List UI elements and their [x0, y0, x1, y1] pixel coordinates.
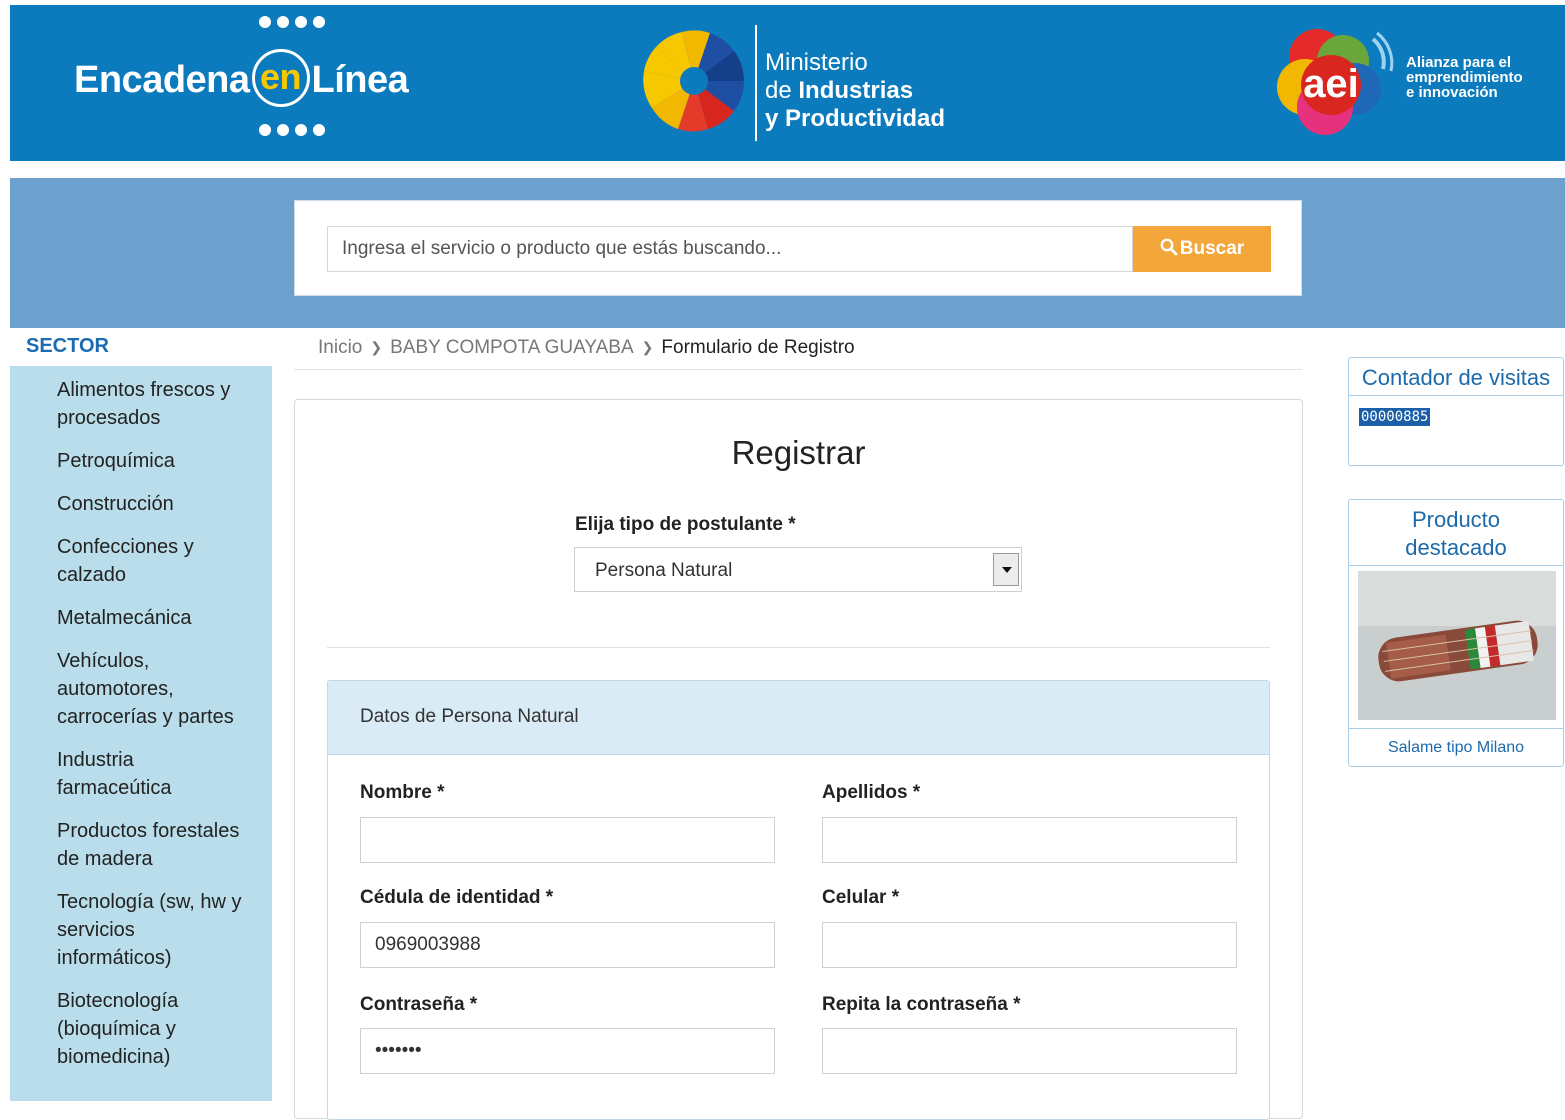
featured-product-widget: Producto destacado Salame tipo Milano — [1348, 499, 1564, 767]
sector-title: SECTOR — [26, 335, 109, 357]
applicant-type-select[interactable]: Persona Natural — [574, 547, 1022, 592]
chevron-right-icon: ❯ — [370, 339, 383, 355]
breadcrumb-current: Formulario de Registro — [661, 337, 855, 358]
breadcrumb-home[interactable]: Inicio — [318, 337, 362, 358]
aei-line-1: Alianza para el — [1406, 54, 1512, 71]
sector-sidebar: Alimentos frescos y procesados Petroquím… — [10, 366, 272, 1101]
sidebar-item-alimentos[interactable]: Alimentos frescos y procesados — [57, 376, 252, 432]
breadcrumb-divider — [294, 369, 1302, 370]
visit-counter-value: 00000885 — [1359, 408, 1431, 426]
brand-people-icon — [256, 15, 328, 33]
chevron-right-icon: ❯ — [641, 339, 654, 355]
sidebar-item-confecciones[interactable]: Confecciones y calzado — [57, 533, 252, 589]
sidebar-item-forestales[interactable]: Productos forestales de madera — [57, 817, 252, 873]
breadcrumb: Inicio ❯ BABY COMPOTA GUAYABA ❯ Formulario d… — [318, 337, 855, 359]
ministry-name: Ministerio de Industrias y Productividad — [765, 49, 945, 133]
cedula-label: Cédula de identidad * — [360, 887, 554, 908]
brand-people-icon-bottom — [256, 123, 328, 141]
applicant-type-value: Persona Natural — [595, 560, 733, 581]
encadena-en-linea-logo[interactable]: Encadena en Línea — [74, 49, 409, 107]
aei-line-3: e innovación — [1406, 84, 1498, 101]
header-divider — [755, 25, 757, 141]
applicant-type-label: Elija tipo de postulante * — [575, 514, 796, 535]
brand-text-2: en — [251, 49, 310, 107]
page-title: Registrar — [731, 434, 866, 471]
registration-panel: Registrar Elija tipo de postulante * Per… — [294, 399, 1303, 1120]
celular-field[interactable] — [822, 922, 1237, 968]
password-repeat-label: Repita la contraseña * — [822, 994, 1021, 1015]
search-box: Buscar — [294, 200, 1302, 296]
sidebar-item-metalmecanica[interactable]: Metalmecánica — [57, 604, 252, 632]
visit-counter-widget: Contador de visitas 00000885 — [1348, 357, 1564, 466]
aei-line-2: emprendimiento — [1406, 69, 1523, 86]
cedula-field[interactable] — [360, 922, 775, 968]
apellidos-label: Apellidos * — [822, 782, 921, 803]
ministry-line-3: y Productividad — [765, 105, 946, 132]
person-data-heading: Datos de Persona Natural — [328, 681, 1269, 755]
password-field[interactable] — [360, 1028, 775, 1074]
brand-text-1: Encadena — [74, 59, 250, 102]
search-band: Buscar — [10, 178, 1565, 328]
sidebar-item-biotecnologia[interactable]: Biotecnología (bioquímica y biomedicina) — [57, 987, 252, 1071]
ministry-line-2-bold: Industrias — [798, 77, 914, 104]
featured-product-title: Producto destacado — [1349, 500, 1563, 566]
sidebar-item-tecnologia[interactable]: Tecnología (sw, hw y servicios informáti… — [57, 888, 252, 972]
nombre-field[interactable] — [360, 817, 775, 863]
chevron-down-icon[interactable] — [993, 553, 1019, 586]
featured-product-image[interactable] — [1358, 571, 1556, 720]
sidebar-item-vehiculos[interactable]: Vehículos, automotores, carrocerías y pa… — [57, 647, 252, 731]
nombre-label: Nombre * — [360, 782, 445, 803]
site-header: Encadena en Línea Ministerio de Industrias… — [10, 5, 1565, 161]
sidebar-item-construccion[interactable]: Construcción — [57, 490, 252, 518]
brand-text-3: Línea — [311, 59, 409, 102]
search-icon — [1160, 238, 1178, 256]
breadcrumb-product[interactable]: BABY COMPOTA GUAYABA — [390, 337, 634, 358]
ministry-sun-logo — [643, 30, 744, 132]
ministry-line-1: Ministerio — [765, 49, 868, 76]
form-divider — [327, 647, 1270, 648]
aei-logo: aei — [1277, 29, 1394, 135]
search-button-label: Buscar — [1179, 238, 1245, 259]
search-input[interactable] — [327, 226, 1133, 272]
password-repeat-field[interactable] — [822, 1028, 1237, 1074]
sidebar-item-petroquimica[interactable]: Petroquímica — [57, 447, 252, 475]
apellidos-field[interactable] — [822, 817, 1237, 863]
sidebar-item-farmaceutica[interactable]: Industria farmaceútica — [57, 746, 252, 802]
password-label: Contraseña * — [360, 994, 478, 1015]
aei-name: Alianza para el emprendimiento e innovac… — [1406, 55, 1523, 100]
visit-counter-title: Contador de visitas — [1349, 358, 1563, 396]
ministry-line-2-prefix: de — [765, 77, 799, 104]
person-data-panel: Datos de Persona Natural Nombre * Apelli… — [327, 680, 1270, 1120]
celular-label: Celular * — [822, 887, 900, 908]
search-button[interactable]: Buscar — [1133, 226, 1271, 272]
aei-logo-text: aei — [1303, 62, 1359, 106]
featured-product-name[interactable]: Salame tipo Milano — [1349, 728, 1563, 757]
